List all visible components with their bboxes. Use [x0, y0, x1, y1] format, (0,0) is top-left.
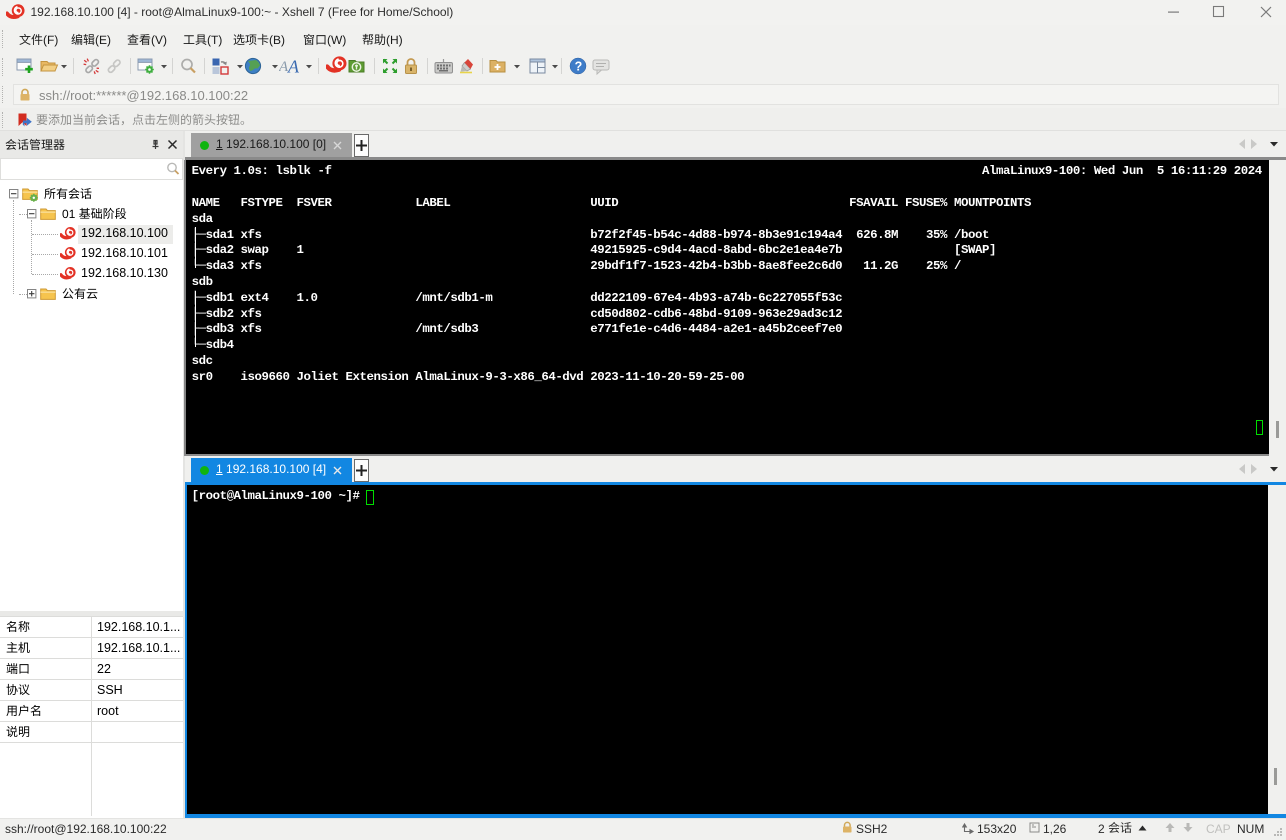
- svg-text:A: A: [287, 57, 300, 77]
- svg-text:?: ?: [575, 59, 583, 73]
